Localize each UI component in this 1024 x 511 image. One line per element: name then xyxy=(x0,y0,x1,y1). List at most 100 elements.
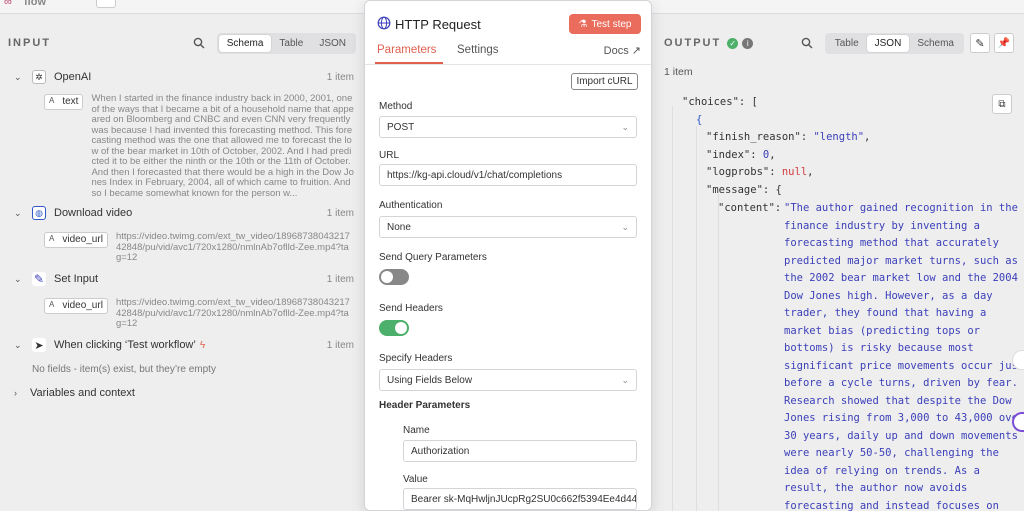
node-label: OpenAI xyxy=(54,71,92,83)
json-line: { xyxy=(696,114,703,126)
output-title: OUTPUT xyxy=(664,37,722,49)
test-step-button[interactable]: ⚗ Test step xyxy=(569,14,641,34)
send-headers-label: Send Headers xyxy=(379,303,443,314)
tree-node-download-video[interactable]: ⌄ ◍ Download video 1 item xyxy=(14,204,354,222)
input-tab-schema[interactable]: Schema xyxy=(218,34,272,52)
output-view-toggle: Table JSON Schema xyxy=(824,32,964,54)
send-query-label: Send Query Parameters xyxy=(379,252,487,263)
globe-icon: ◍ xyxy=(32,206,46,220)
field-key[interactable]: Atext xyxy=(44,94,84,110)
field-row: Avideo_url https://video.twimg.com/ext_t… xyxy=(44,231,354,264)
json-viewer: "choices": [ { "finish_reason": "length"… xyxy=(652,92,1024,511)
json-content-line: forecasting method that accurately xyxy=(784,237,999,249)
chevron-down-icon[interactable]: ⌄ xyxy=(14,274,26,285)
json-content-line: "The author gained recognition in the xyxy=(784,202,1018,214)
workflow-logo-icon: ∞ xyxy=(4,0,12,8)
openai-icon: ✲ xyxy=(32,70,46,84)
tab-parameters[interactable]: Parameters xyxy=(377,44,436,56)
modal-header: HTTP Request ⚗ Test step xyxy=(365,1,651,34)
json-line: "choices": [ xyxy=(682,96,758,108)
chevron-down-icon[interactable]: ⌄ xyxy=(14,340,26,351)
workflow-name[interactable]: flow xyxy=(24,0,46,8)
field-row: Atext When I started in the finance indu… xyxy=(44,93,354,199)
json-content-line: predicted major market turns, such as xyxy=(784,254,1018,267)
field-key[interactable]: Avideo_url xyxy=(44,298,108,314)
variables-label: Variables and context xyxy=(30,387,135,399)
trigger-bolt-icon: ϟ xyxy=(199,339,206,351)
external-link-icon: ↗ xyxy=(631,45,641,57)
method-label: Method xyxy=(379,101,413,112)
specify-headers-select[interactable]: Using Fields Below ⌄ xyxy=(379,369,637,391)
header-name-label: Name xyxy=(403,425,430,436)
output-item-count: 1 item xyxy=(664,66,693,78)
modal-tabs: Parameters Settings Docs ↗ xyxy=(365,41,651,65)
json-content-line: forecasting and instead focuses on xyxy=(784,499,999,511)
field-key[interactable]: Avideo_url xyxy=(44,232,108,248)
header-value-input[interactable]: Bearer sk-MqHwljnJUcpRg2SU0c662f5394Ee4d… xyxy=(403,488,637,510)
json-content-line: finance industry by inventing a xyxy=(784,219,980,232)
json-content-line: significant price movements occur just xyxy=(784,359,1024,372)
import-curl-button[interactable]: Import cURL xyxy=(571,73,638,90)
header-parameters-label: Header Parameters xyxy=(379,400,471,411)
chevron-down-icon[interactable]: ⌄ xyxy=(14,72,26,83)
json-content-line: were nearly 50-50, challenging the xyxy=(784,447,999,459)
output-tab-json[interactable]: JSON xyxy=(866,34,910,52)
tree-node-set-input[interactable]: ⌄ ✎ Set Input 1 item xyxy=(14,270,354,288)
node-item-count: 1 item xyxy=(326,71,354,83)
url-input[interactable]: https://kg-api.cloud/v1/chat/completions xyxy=(379,164,637,186)
info-icon[interactable]: i xyxy=(742,37,754,49)
chevron-down-icon[interactable]: ⌄ xyxy=(14,208,26,219)
node-item-count: 1 item xyxy=(326,339,354,351)
edit-pencil-icon[interactable]: ✎ xyxy=(970,33,990,53)
tree-node-openai[interactable]: ⌄ ✲ OpenAI 1 item xyxy=(14,68,354,86)
send-headers-toggle[interactable] xyxy=(379,320,409,336)
output-tab-table[interactable]: Table xyxy=(827,35,867,52)
input-title: INPUT xyxy=(8,37,51,49)
input-panel: INPUT Schema Table JSON ⌄ ✲ OpenAI 1 ite… xyxy=(0,14,364,511)
json-content-line: Research showed that despite the Dow xyxy=(784,394,1012,407)
string-type-icon: A xyxy=(49,300,55,309)
url-label: URL xyxy=(379,150,400,161)
json-line: "finish_reason": "length", xyxy=(706,131,871,143)
indent-guide xyxy=(718,194,719,511)
json-content-line: 30 years, daily up and down movements xyxy=(784,429,1018,442)
string-type-icon: A xyxy=(49,96,55,105)
json-content-line: bottoms) is risky because most xyxy=(784,342,974,354)
cursor-icon: ➤ xyxy=(32,338,46,352)
json-content-line: market bias (predicting tops or xyxy=(784,324,980,337)
variables-and-context[interactable]: › Variables and context xyxy=(14,384,354,402)
output-tab-schema[interactable]: Schema xyxy=(909,35,962,52)
json-content-line: result, the author now avoids xyxy=(784,482,968,494)
json-line: "message": { xyxy=(706,184,782,196)
json-line: "index": 0, xyxy=(706,149,776,161)
chevron-down-icon: ⌄ xyxy=(621,374,629,385)
method-select[interactable]: POST ⌄ xyxy=(379,116,637,138)
field-row: Avideo_url https://video.twimg.com/ext_t… xyxy=(44,297,354,330)
workflow-chip[interactable] xyxy=(96,0,116,8)
node-item-count: 1 item xyxy=(326,273,354,285)
field-value: When I started in the finance industry b… xyxy=(91,93,354,199)
parameters-body: Import cURL Method POST ⌄ URL https://kg-… xyxy=(365,65,651,510)
docs-link[interactable]: Docs ↗ xyxy=(604,44,641,57)
tab-settings[interactable]: Settings xyxy=(457,44,499,56)
input-tab-json[interactable]: JSON xyxy=(311,35,354,52)
header-name-input[interactable]: Authorization xyxy=(403,440,637,462)
json-content-line: trader, they found that having a xyxy=(784,307,987,319)
modal-title: HTTP Request xyxy=(395,17,481,32)
authentication-label: Authentication xyxy=(379,200,443,211)
send-query-toggle[interactable] xyxy=(379,269,409,285)
search-icon[interactable] xyxy=(193,37,205,49)
pin-icon[interactable]: 📌 xyxy=(994,33,1014,53)
json-content-line: Jones rising from 3,000 to 43,000 over xyxy=(784,412,1024,424)
search-icon[interactable] xyxy=(801,37,813,49)
chevron-down-icon: ⌄ xyxy=(621,221,629,232)
authentication-select[interactable]: None ⌄ xyxy=(379,216,637,238)
tree-node-manual-trigger[interactable]: ⌄ ➤ When clicking ‘Test workflow’ ϟ 1 it… xyxy=(14,336,354,354)
output-panel: OUTPUT ✓ i Table JSON Schema ✎ 📌 1 item … xyxy=(652,14,1024,511)
chevron-right-icon[interactable]: › xyxy=(14,388,26,398)
indent-guide xyxy=(696,126,697,511)
json-line: "logprobs": null, xyxy=(706,166,814,178)
active-tab-indicator xyxy=(375,62,443,64)
input-tab-table[interactable]: Table xyxy=(271,35,311,52)
json-content-line: Dow Jones high. However, as a day xyxy=(784,289,993,302)
